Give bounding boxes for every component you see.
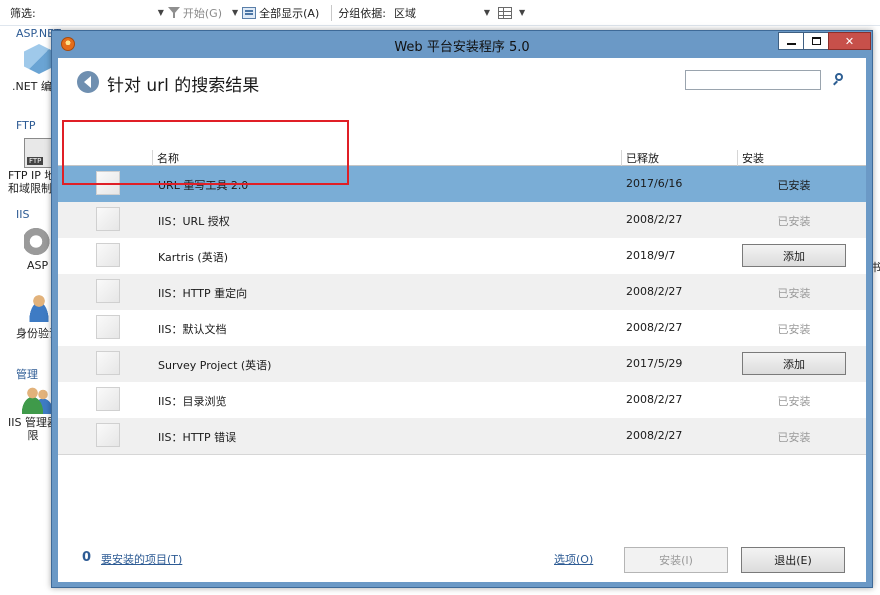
product-name: Survey Project (英语): [158, 359, 272, 372]
column-header-date[interactable]: 已释放: [621, 150, 737, 166]
view-button[interactable]: ▼: [497, 6, 529, 19]
group-by-label: 分组依据:: [338, 6, 386, 20]
feature-ftp-line2: 和域限制: [8, 182, 52, 195]
install-status: 已安装: [777, 179, 811, 192]
group-ftp: FTP: [16, 119, 36, 132]
product-thumbnail: [96, 243, 120, 267]
add-button[interactable]: 添加: [742, 244, 846, 267]
close-button[interactable]: ✕: [828, 32, 871, 50]
show-all-label: 全部显示(A): [259, 6, 320, 20]
items-to-install-link[interactable]: 要安装的项目(T): [101, 551, 182, 567]
start-label: 开始(G): [182, 6, 222, 20]
filter-toolbar: 筛选: ▼ 开始(G) ▼ 全部显示(A) 分组依据: 区域 ▼ ▼: [0, 0, 880, 26]
grid-view-icon: [497, 6, 512, 19]
feature-ftp-line1: FTP IP 地: [8, 169, 56, 182]
chevron-down-icon[interactable]: ▼: [232, 8, 238, 17]
group-by-select[interactable]: 区域 ▼: [394, 5, 494, 21]
chevron-down-icon[interactable]: ▼: [158, 8, 164, 17]
table-row[interactable]: IIS：URL 授权 2008/2/27 已安装: [58, 202, 866, 238]
install-status: 已安装: [777, 431, 811, 444]
search-results-title: 针对 url 的搜索结果: [107, 76, 260, 96]
release-date: 2017/6/16: [626, 177, 683, 190]
feature-ftp-label[interactable]: FTP IP 地 和域限制: [8, 169, 55, 195]
column-header-install[interactable]: 安装: [737, 150, 857, 166]
filter-label: 筛选:: [10, 6, 36, 20]
product-thumbnail: [96, 351, 120, 375]
feature-asp-label[interactable]: ASP: [27, 259, 48, 272]
group-management: 管理: [16, 368, 38, 381]
release-date: 2008/2/27: [626, 393, 683, 406]
funnel-icon: [167, 7, 180, 18]
table-row[interactable]: IIS：HTTP 重定向 2008/2/27 已安装: [58, 274, 866, 310]
product-thumbnail: [96, 387, 120, 411]
release-date: 2008/2/27: [626, 285, 683, 298]
release-date: 2008/2/27: [626, 321, 683, 334]
product-name: IIS：默认文档: [158, 323, 227, 336]
user-icon[interactable]: [24, 292, 54, 322]
release-date: 2008/2/27: [626, 429, 683, 442]
product-name: IIS：URL 授权: [158, 215, 230, 228]
exit-button[interactable]: 退出(E): [741, 547, 845, 573]
users-icon[interactable]: [22, 384, 52, 414]
search-button[interactable]: [831, 72, 847, 88]
group-iis: IIS: [16, 208, 30, 221]
show-all-button[interactable]: 全部显示(A): [242, 5, 319, 21]
filter-input[interactable]: [41, 3, 154, 22]
product-name: IIS：HTTP 重定向: [158, 287, 248, 300]
table-row[interactable]: IIS：目录浏览 2008/2/27 已安装: [58, 382, 866, 418]
window-title: Web 平台安装程序 5.0: [394, 40, 530, 55]
show-all-icon: [242, 6, 257, 19]
group-by-value: 区域: [393, 6, 416, 20]
install-status: 已安装: [777, 323, 811, 336]
install-status: 已安装: [777, 395, 811, 408]
toolbar-divider: [331, 4, 333, 21]
add-button[interactable]: 添加: [742, 352, 846, 375]
dotnet-icon[interactable]: [24, 44, 54, 74]
minimize-icon: [786, 43, 796, 45]
chevron-down-icon: ▼: [483, 8, 490, 17]
product-name: Kartris (英语): [158, 251, 228, 264]
product-name: IIS：HTTP 错误: [158, 431, 237, 444]
feature-net-label[interactable]: .NET 编: [12, 80, 52, 93]
start-button[interactable]: 开始(G): [167, 5, 222, 21]
release-date: 2017/5/29: [626, 357, 683, 370]
search-icon-handle: [833, 80, 838, 86]
back-button[interactable]: [77, 71, 99, 93]
results-table: 名称 已释放 安装 URL 重写工具 2.0 2017/6/16 已安装 IIS…: [58, 149, 866, 455]
install-status: 已安装: [777, 215, 811, 228]
table-row[interactable]: IIS：HTTP 错误 2008/2/27 已安装: [58, 418, 866, 454]
table-row[interactable]: Kartris (英语) 2018/9/7 添加: [58, 238, 866, 274]
close-icon: ✕: [844, 34, 855, 48]
minimize-button[interactable]: [778, 32, 804, 50]
maximize-icon: [811, 37, 821, 45]
ftp-icon[interactable]: [24, 138, 54, 168]
product-thumbnail: [96, 279, 120, 303]
back-arrow-icon: [83, 76, 91, 88]
table-bottom-border: [58, 454, 866, 455]
highlight-annotation: [62, 120, 349, 185]
title-bar[interactable]: Web 平台安装程序 5.0 ✕: [52, 31, 872, 57]
product-thumbnail: [96, 207, 120, 231]
release-date: 2018/9/7: [626, 249, 676, 262]
table-row[interactable]: IIS：默认文档 2008/2/27 已安装: [58, 310, 866, 346]
product-thumbnail: [96, 315, 120, 339]
web-platform-installer-window: Web 平台安装程序 5.0 ✕ 针对 url 的搜索结果 名称 已释放 安装 …: [51, 30, 873, 588]
table-row[interactable]: Survey Project (英语) 2017/5/29 添加: [58, 346, 866, 382]
search-input[interactable]: [685, 70, 821, 90]
install-button[interactable]: 安装(I): [624, 547, 728, 573]
options-link[interactable]: 选项(O): [554, 551, 593, 567]
selected-count: 0: [82, 550, 92, 565]
gear-icon[interactable]: [24, 228, 54, 258]
install-status: 已安装: [777, 287, 811, 300]
product-thumbnail: [96, 423, 120, 447]
chevron-down-icon: ▼: [518, 8, 526, 17]
maximize-button[interactable]: [803, 32, 829, 50]
product-name: IIS：目录浏览: [158, 395, 227, 408]
release-date: 2008/2/27: [626, 213, 683, 226]
